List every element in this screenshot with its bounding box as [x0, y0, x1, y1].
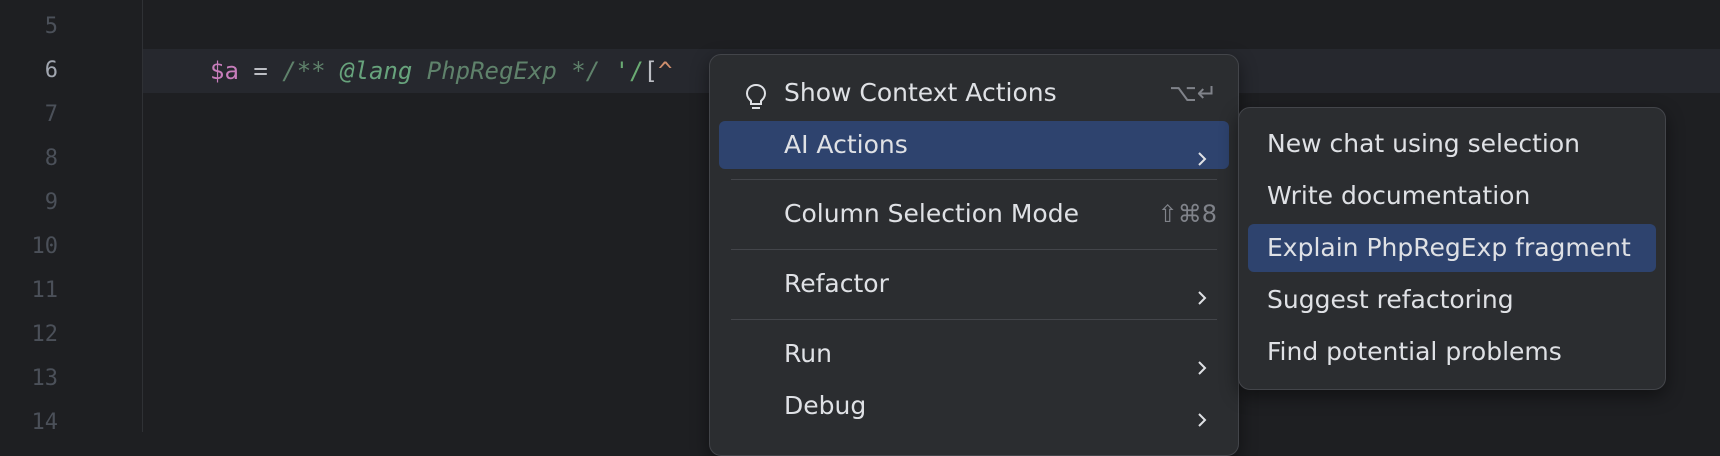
menu-item-label: Refactor [784, 269, 889, 298]
menu-item-shortcut: ⌥↵ [1169, 79, 1217, 107]
ai-actions-submenu: New chat using selection Write documenta… [1238, 107, 1666, 390]
menu-item-show-context-actions[interactable]: Show Context Actions ⌥↵ [719, 69, 1229, 117]
code-line-6[interactable]: $a = /** @lang PhpRegExp */ '/[^ [210, 49, 672, 93]
chevron-right-icon [1193, 275, 1211, 305]
submenu-item-explain-fragment[interactable]: Explain PhpRegExp fragment [1248, 224, 1656, 272]
line-number: 5 [44, 14, 58, 39]
code-variable: $a [210, 57, 239, 85]
menu-separator [731, 179, 1217, 180]
submenu-item-write-documentation[interactable]: Write documentation [1248, 172, 1656, 220]
submenu-item-label: Write documentation [1267, 181, 1531, 210]
menu-item-run[interactable]: Run [719, 330, 1229, 378]
line-number: 7 [44, 102, 58, 127]
chevron-right-icon [1193, 345, 1211, 375]
menu-item-debug[interactable]: Debug [719, 382, 1229, 430]
lightbulb-icon [743, 79, 769, 109]
line-number: 8 [44, 146, 58, 171]
line-number-gutter[interactable]: 5 6 7 8 9 10 11 12 13 14 [0, 0, 143, 435]
code-lang-name: PhpRegExp [412, 57, 572, 85]
line-number: 11 [31, 278, 59, 303]
menu-item-shortcut: ⇧⌘8 [1157, 200, 1217, 228]
menu-item-label: AI Actions [784, 130, 908, 159]
line-number: 14 [31, 410, 59, 435]
submenu-item-suggest-refactoring[interactable]: Suggest refactoring [1248, 276, 1656, 324]
menu-separator [731, 319, 1217, 320]
code-bracket: [ [643, 57, 658, 85]
code-lang-tag: @lang [340, 57, 413, 85]
line-number-current: 6 [44, 58, 58, 83]
code-operator: = [238, 57, 283, 85]
line-number: 12 [31, 322, 59, 347]
menu-item-label: Debug [784, 391, 867, 420]
chevron-right-icon [1193, 397, 1211, 427]
menu-item-ai-actions[interactable]: AI Actions [719, 121, 1229, 169]
submenu-item-label: Suggest refactoring [1267, 285, 1514, 314]
line-number: 10 [31, 234, 59, 259]
context-menu: Show Context Actions ⌥↵ AI Actions Colum… [709, 54, 1239, 456]
submenu-item-new-chat[interactable]: New chat using selection [1248, 120, 1656, 168]
submenu-item-label: New chat using selection [1267, 129, 1580, 158]
submenu-item-find-problems[interactable]: Find potential problems [1248, 328, 1656, 376]
line-number: 13 [31, 366, 59, 391]
menu-item-label: Show Context Actions [784, 78, 1057, 107]
menu-item-label: Column Selection Mode [784, 199, 1079, 228]
code-caret: ^ [657, 57, 673, 85]
chevron-right-icon [1193, 136, 1211, 166]
menu-item-column-selection-mode[interactable]: Column Selection Mode ⇧⌘8 [719, 190, 1229, 238]
code-string: '/ [614, 57, 644, 85]
code-comment-open: /** [282, 57, 341, 85]
code-comment-close: */ [571, 57, 601, 85]
menu-item-refactor[interactable]: Refactor [719, 260, 1229, 308]
menu-separator [731, 249, 1217, 250]
submenu-item-label: Find potential problems [1267, 337, 1562, 366]
line-number: 9 [44, 190, 58, 215]
menu-item-label: Run [784, 339, 832, 368]
submenu-item-label: Explain PhpRegExp fragment [1267, 233, 1631, 262]
